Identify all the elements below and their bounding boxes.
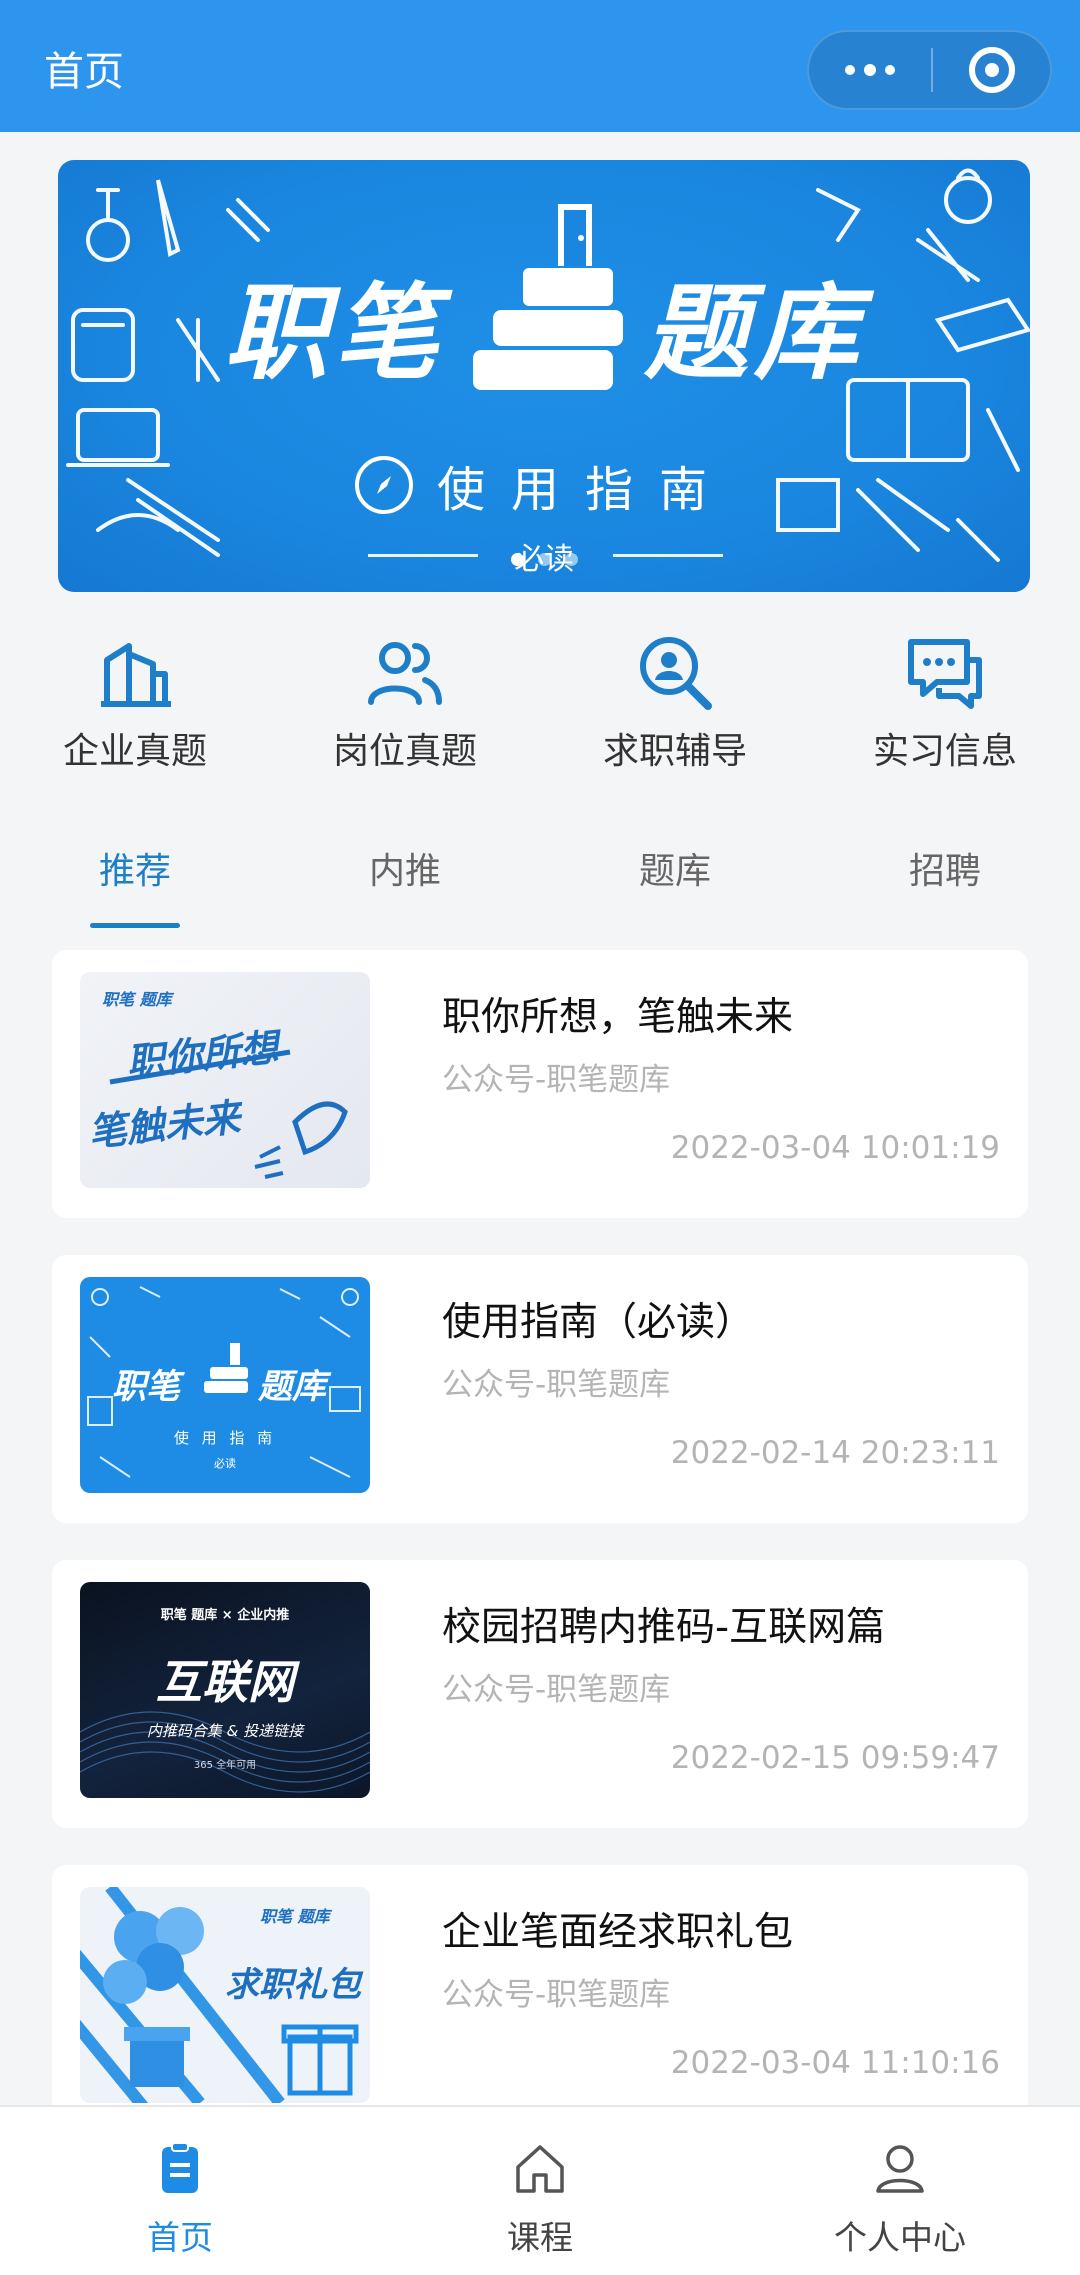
- page-title: 首页: [44, 49, 124, 95]
- more-dots-icon: [845, 65, 855, 75]
- miniprogram-capsule: [807, 30, 1052, 110]
- bottom-tab-bar: 首页 课程 个人中心: [0, 2105, 1080, 2275]
- building-icon: [101, 643, 171, 707]
- compass-icon: [354, 456, 413, 514]
- tabbar-label: 首页: [147, 2218, 213, 2257]
- article-time: 2022-03-04 10:01:19: [670, 1130, 1000, 1166]
- quick-entry-label: 企业真题: [62, 731, 207, 772]
- thumb-line1: 职笔: [112, 1367, 180, 1407]
- tab-question-bank[interactable]: 题库: [540, 840, 810, 920]
- quick-entry-label: 实习信息: [872, 731, 1017, 772]
- thumb-logo: 职笔 题库: [260, 1907, 330, 1926]
- quick-entry-internship-info[interactable]: 实习信息: [810, 630, 1080, 780]
- more-button[interactable]: [809, 32, 931, 108]
- tab-recruitment[interactable]: 招聘: [810, 840, 1080, 920]
- quick-entry-company-questions[interactable]: 企业真题: [0, 630, 270, 780]
- quick-entries: 企业真题 岗位真题 求职辅导 实习信息: [0, 630, 1080, 780]
- quick-entry-job-coaching[interactable]: 求职辅导: [540, 630, 810, 780]
- tabbar-label: 个人中心: [834, 2218, 966, 2257]
- carousel-dot[interactable]: [564, 553, 578, 566]
- article-time: 2022-02-15 09:59:47: [670, 1740, 1000, 1776]
- tabbar-label: 课程: [507, 2218, 573, 2257]
- article-title: 使用指南（必读）: [442, 1300, 755, 1345]
- books-door-icon: [473, 204, 623, 390]
- article-source: 公众号-职笔题库: [442, 1672, 671, 1708]
- search-person-icon: [640, 637, 712, 710]
- banner-title-left: 职笔: [223, 272, 444, 394]
- thumb-note: 365 全年可用: [193, 1760, 257, 1771]
- quick-entry-label: 岗位真题: [332, 731, 477, 772]
- banner-guide: 使用指南: [58, 450, 1030, 520]
- banner-carousel[interactable]: 职笔题库 使用指南 必读: [58, 160, 1030, 592]
- article-time: 2022-03-04 11:10:16: [670, 2045, 1000, 2081]
- close-button[interactable]: [933, 32, 1050, 108]
- category-tabs: 推荐 内推 题库 招聘: [0, 840, 1080, 928]
- article-title: 校园招聘内推码-互联网篇: [442, 1605, 886, 1650]
- banner-title-right: 题库: [644, 272, 865, 394]
- article-thumbnail: 职笔 题库 求职礼包: [80, 1887, 370, 2103]
- more-dots-icon-right: [885, 65, 895, 75]
- close-ring-icon: [968, 47, 1015, 93]
- thumb-note: 必读: [214, 1457, 236, 1470]
- thumb-line2: 内推码合集 & 投递链接: [146, 1722, 304, 1740]
- thumb-line2: 题库: [258, 1367, 326, 1407]
- article-source: 公众号-职笔题库: [442, 1062, 671, 1098]
- banner-guide-text: 使用指南: [436, 462, 733, 518]
- article-source: 公众号-职笔题库: [442, 1977, 671, 2013]
- thumb-line1: 互联网: [156, 1655, 294, 1709]
- article-thumbnail: 职笔 题库 职你所想 笔触未来: [80, 972, 370, 1188]
- carousel-dot[interactable]: [537, 553, 551, 566]
- navigation-bar: 首页: [0, 0, 1080, 132]
- article-thumbnail: 职笔 题库 × 企业内推 互联网 内推码合集 & 投递链接 365 全年可用: [80, 1582, 370, 1798]
- books-icon: [204, 1343, 248, 1393]
- thumb-line1: 求职礼包: [225, 1965, 361, 2005]
- article-card[interactable]: 职笔 题库 × 企业内推 互联网 内推码合集 & 投递链接 365 全年可用 校…: [52, 1560, 1028, 1828]
- article-card[interactable]: 职笔 题库 职你所想 笔触未来 职你所想，笔触未来 公众号-职笔题库 2022-…: [52, 950, 1028, 1218]
- tab-recommend[interactable]: 推荐: [0, 840, 270, 928]
- rocket-illustration: [109, 1049, 348, 1179]
- tab-referral[interactable]: 内推: [270, 840, 540, 920]
- users-icon: [368, 642, 442, 705]
- carousel-indicator: [58, 553, 1030, 566]
- quick-entry-position-questions[interactable]: 岗位真题: [270, 630, 540, 780]
- tabbar-item-courses[interactable]: 课程: [360, 2107, 720, 2275]
- article-title: 职你所想，笔触未来: [442, 995, 794, 1040]
- article-title: 企业笔面经求职礼包: [442, 1910, 794, 1955]
- home-icon: [516, 2145, 564, 2193]
- thumb-logo: 职笔 题库 × 企业内推: [160, 1608, 290, 1623]
- thumb-sub: 使 用 指 南: [173, 1429, 277, 1447]
- article-card[interactable]: 职笔 题库 求职礼包 企业笔面经求职礼包 公众号-职笔题库 2022-03-04…: [52, 1865, 1028, 2133]
- article-source: 公众号-职笔题库: [442, 1367, 671, 1403]
- quick-entry-label: 求职辅导: [602, 731, 747, 772]
- document-icon: [162, 2142, 198, 2193]
- tabbar-item-home[interactable]: 首页: [0, 2107, 360, 2275]
- carousel-dot[interactable]: [510, 553, 524, 566]
- tabbar-item-profile[interactable]: 个人中心: [720, 2107, 1080, 2275]
- more-dots-icon-center: [864, 64, 876, 76]
- article-time: 2022-02-14 20:23:11: [670, 1435, 1000, 1471]
- article-card[interactable]: 职笔 题库 使 用 指 南 必读 使用指南（必读） 公众号-职笔题库 2022-…: [52, 1255, 1028, 1523]
- chat-icon: [908, 639, 982, 709]
- article-thumbnail: 职笔 题库 使 用 指 南 必读: [80, 1277, 370, 1493]
- user-icon: [876, 2145, 924, 2193]
